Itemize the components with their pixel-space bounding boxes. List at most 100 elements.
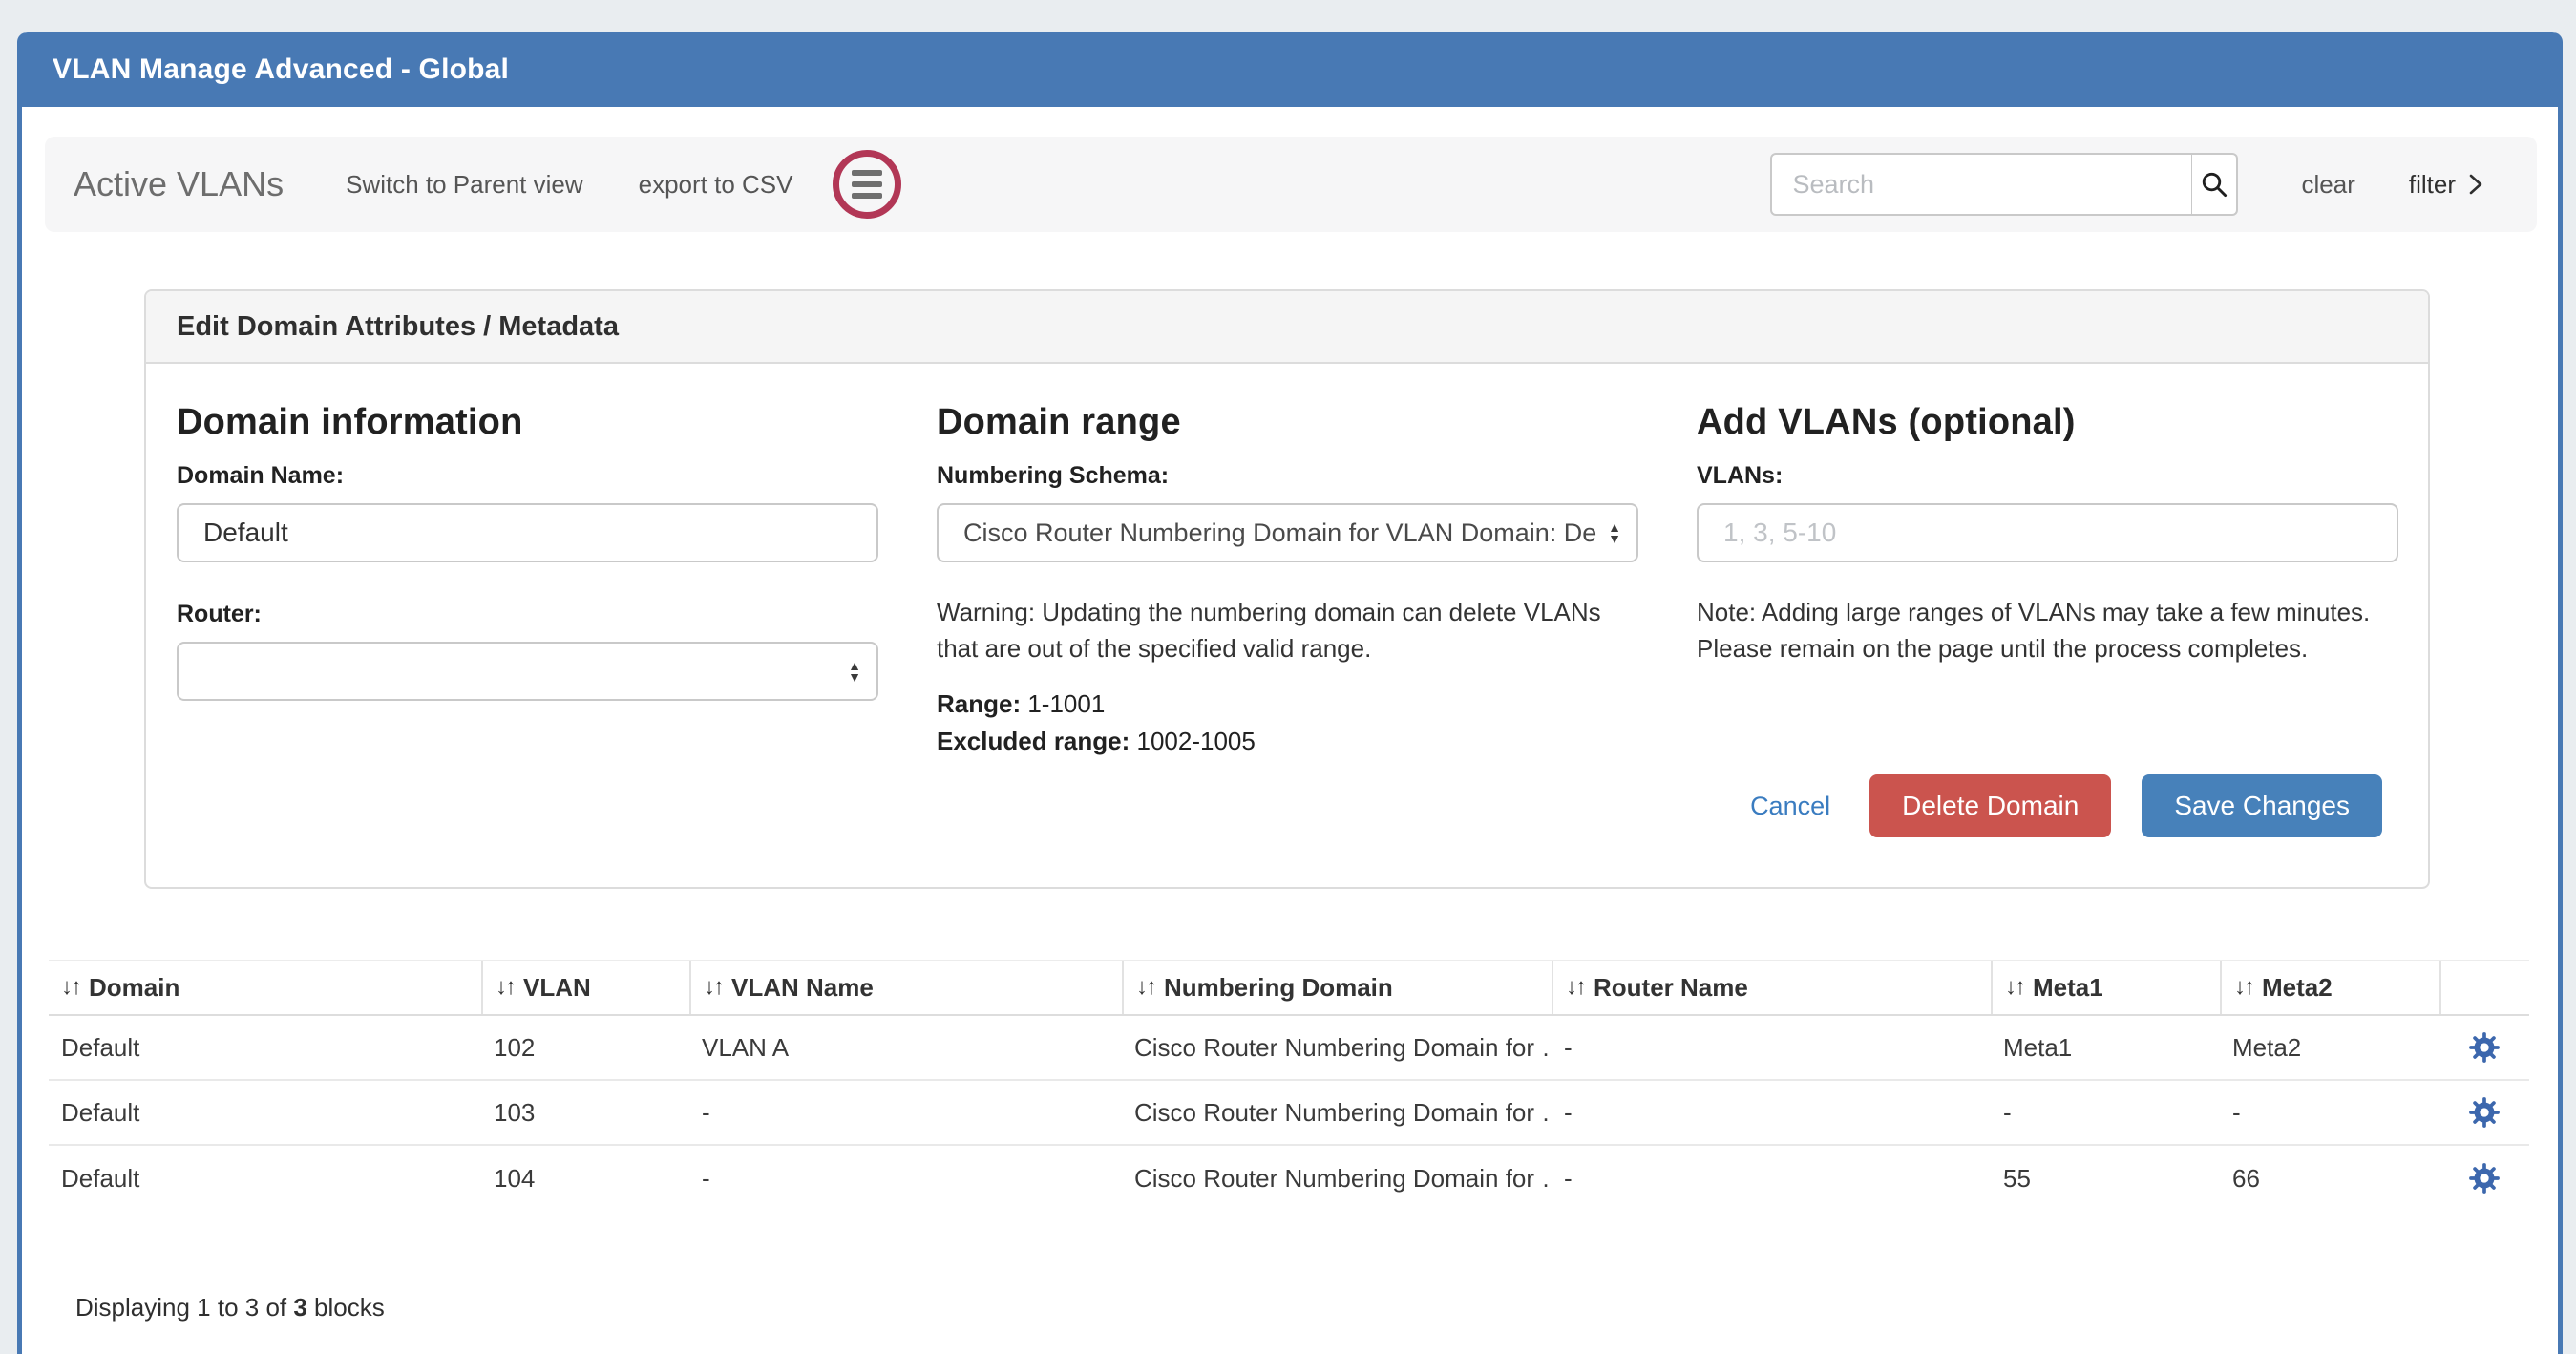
cell-meta2: - — [2220, 1098, 2439, 1128]
cell-numbering-domain: Cisco Router Numbering Domain for … — [1122, 1164, 1552, 1194]
domain-range-heading: Domain range — [937, 402, 1638, 443]
search-button[interactable] — [2192, 153, 2238, 216]
gear-icon — [2468, 1096, 2501, 1129]
delete-domain-button[interactable]: Delete Domain — [1869, 774, 2111, 837]
cell-meta1: - — [1991, 1098, 2220, 1128]
excluded-range-value: 1002-1005 — [1130, 727, 1256, 755]
table-header-label: Numbering Domain — [1164, 973, 1393, 1003]
row-settings-button[interactable] — [2439, 1031, 2529, 1064]
excluded-range-line: Excluded range: 1002-1005 — [937, 727, 1638, 756]
domain-information-section: Domain information Domain Name: Router: … — [177, 383, 878, 756]
app-window: VLAN Manage Advanced - Global Active VLA… — [17, 32, 2563, 1354]
sort-icon: ↓↑ — [1136, 974, 1155, 1001]
vlans-label: VLANs: — [1697, 462, 2398, 490]
range-label: Range: — [937, 689, 1021, 718]
spinner-down-arrow: ▼ — [1608, 533, 1621, 544]
table-header-actions — [2439, 961, 2529, 1014]
footer-prefix: Displaying 1 to 3 of — [75, 1293, 293, 1322]
edit-domain-panel: Edit Domain Attributes / Metadata Domain… — [144, 289, 2430, 889]
table-header-row: ↓↑ Domain ↓↑ VLAN ↓↑ VLAN Name ↓↑ Number… — [49, 961, 2529, 1016]
edit-domain-panel-body: Domain information Domain Name: Router: … — [146, 364, 2428, 756]
row-settings-button[interactable] — [2439, 1096, 2529, 1129]
page-title: Active VLANs — [74, 164, 284, 204]
cell-vlan: 104 — [481, 1164, 689, 1194]
row-settings-button[interactable] — [2439, 1162, 2529, 1195]
table-header-router-name[interactable]: ↓↑ Router Name — [1552, 961, 1991, 1014]
table-header-label: VLAN — [523, 973, 591, 1003]
numbering-schema-value: Cisco Router Numbering Domain for VLAN D… — [963, 518, 1596, 548]
footer-total: 3 — [293, 1293, 306, 1322]
add-vlans-heading: Add VLANs (optional) — [1697, 402, 2398, 443]
table-header-vlan-name[interactable]: ↓↑ VLAN Name — [689, 961, 1122, 1014]
hamburger-bar — [852, 181, 882, 187]
cell-vlan: 103 — [481, 1098, 689, 1128]
toolbar: Active VLANs Switch to Parent view expor… — [45, 137, 2537, 232]
numbering-schema-label: Numbering Schema: — [937, 462, 1638, 490]
numbering-domain-warning: Warning: Updating the numbering domain c… — [937, 595, 1638, 666]
table-header-meta1[interactable]: ↓↑ Meta1 — [1991, 961, 2220, 1014]
table-header-label: Domain — [89, 973, 179, 1003]
table-header-vlan[interactable]: ↓↑ VLAN — [481, 961, 689, 1014]
edit-domain-panel-header: Edit Domain Attributes / Metadata — [146, 291, 2428, 364]
edit-domain-panel-title: Edit Domain Attributes / Metadata — [177, 311, 619, 343]
numbering-schema-select[interactable]: Cisco Router Numbering Domain for VLAN D… — [937, 503, 1638, 562]
cell-vlan-name: - — [689, 1164, 1122, 1194]
cancel-button[interactable]: Cancel — [1750, 792, 1830, 821]
table-row: Default 103 - Cisco Router Numbering Dom… — [49, 1081, 2529, 1146]
domain-range-section: Domain range Numbering Schema: Cisco Rou… — [937, 383, 1638, 756]
add-vlans-note: Note: Adding large ranges of VLANs may t… — [1697, 595, 2398, 666]
switch-to-parent-view-link[interactable]: Switch to Parent view — [346, 170, 583, 200]
sort-icon: ↓↑ — [704, 974, 723, 1001]
hamburger-bar — [852, 193, 882, 199]
select-spinner-icon: ▲ ▼ — [848, 660, 861, 683]
cell-vlan-name: - — [689, 1098, 1122, 1128]
cell-numbering-domain: Cisco Router Numbering Domain for … — [1122, 1033, 1552, 1063]
table-row: Default 104 - Cisco Router Numbering Dom… — [49, 1146, 2529, 1211]
cell-numbering-domain: Cisco Router Numbering Domain for … — [1122, 1098, 1552, 1128]
cell-domain: Default — [49, 1098, 481, 1128]
cell-domain: Default — [49, 1033, 481, 1063]
domain-name-input[interactable] — [177, 503, 878, 562]
sort-icon: ↓↑ — [2234, 974, 2253, 1001]
cell-router-name: - — [1552, 1164, 1991, 1194]
excluded-range-label: Excluded range: — [937, 727, 1130, 755]
sort-icon: ↓↑ — [1566, 974, 1585, 1001]
table-header-domain[interactable]: ↓↑ Domain — [49, 961, 481, 1014]
window-title: VLAN Manage Advanced - Global — [53, 53, 509, 86]
cell-router-name: - — [1552, 1033, 1991, 1063]
gear-icon — [2468, 1031, 2501, 1064]
select-spinner-icon: ▲ ▼ — [1608, 521, 1621, 544]
table-row: Default 102 VLAN A Cisco Router Numberin… — [49, 1016, 2529, 1081]
cell-meta1: Meta1 — [1991, 1033, 2220, 1063]
panel-actions: Cancel Delete Domain Save Changes — [1750, 774, 2382, 837]
table-header-meta2[interactable]: ↓↑ Meta2 — [2220, 961, 2439, 1014]
export-to-csv-link[interactable]: export to CSV — [639, 170, 793, 200]
domain-information-heading: Domain information — [177, 402, 878, 443]
search-group — [1770, 153, 2238, 216]
hamburger-menu-icon[interactable] — [833, 150, 901, 219]
search-input[interactable] — [1770, 153, 2192, 216]
cell-meta2: Meta2 — [2220, 1033, 2439, 1063]
window-titlebar: VLAN Manage Advanced - Global — [22, 32, 2558, 107]
hamburger-bar — [852, 170, 882, 176]
filter-link[interactable]: filter — [2409, 170, 2484, 200]
sort-icon: ↓↑ — [2005, 974, 2024, 1001]
gear-icon — [2468, 1162, 2501, 1195]
table-header-label: Meta1 — [2033, 973, 2103, 1003]
filter-label: filter — [2409, 170, 2456, 200]
cell-meta1: 55 — [1991, 1164, 2220, 1194]
table-header-numbering-domain[interactable]: ↓↑ Numbering Domain — [1122, 961, 1552, 1014]
cell-router-name: - — [1552, 1098, 1991, 1128]
table-footer: Displaying 1 to 3 of 3 blocks — [75, 1293, 385, 1322]
table-header-label: Router Name — [1594, 973, 1748, 1003]
cell-vlan-name: VLAN A — [689, 1033, 1122, 1063]
table-header-label: Meta2 — [2262, 973, 2333, 1003]
footer-suffix: blocks — [307, 1293, 385, 1322]
router-select[interactable]: ▲ ▼ — [177, 642, 878, 701]
clear-link[interactable]: clear — [2302, 170, 2355, 200]
save-changes-button[interactable]: Save Changes — [2142, 774, 2382, 837]
chevron-right-icon — [2467, 171, 2484, 198]
vlans-input[interactable] — [1697, 503, 2398, 562]
magnifier-icon — [2200, 170, 2228, 199]
cell-vlan: 102 — [481, 1033, 689, 1063]
